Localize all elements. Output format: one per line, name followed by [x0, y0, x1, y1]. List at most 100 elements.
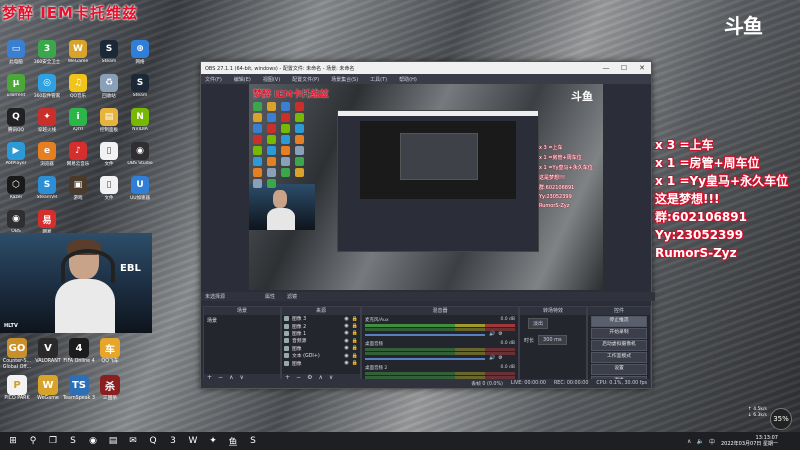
- desktop-icon[interactable]: µ uTorrent: [2, 74, 30, 98]
- desktop-icon[interactable]: TS TeamSpeak 3: [62, 375, 96, 402]
- desktop-icon[interactable]: ♻ 回收站: [95, 74, 123, 99]
- gear-icon[interactable]: ⚙: [498, 331, 502, 337]
- source-item[interactable]: 音频源 ◉ 🔒: [282, 337, 360, 344]
- tray-chevron-icon[interactable]: ∧: [687, 438, 691, 445]
- desktop-icon[interactable]: ♫ QQ音乐: [64, 74, 92, 99]
- steam-icon[interactable]: S: [66, 434, 80, 448]
- source-item[interactable]: 图像 3 ◉ 🔒: [282, 315, 360, 322]
- filters-button[interactable]: 滤镜: [287, 293, 297, 300]
- desktop-icon[interactable]: P PICO PARK: [0, 375, 34, 402]
- steam-icon[interactable]: S: [246, 434, 260, 448]
- lock-icon[interactable]: 🔒: [352, 345, 358, 351]
- desktop-icon[interactable]: ▯ 文件: [95, 176, 123, 201]
- desktop-icon[interactable]: 4 FIFA Online 4: [62, 338, 96, 365]
- lock-icon[interactable]: 🔒: [352, 330, 358, 336]
- transition-type-select[interactable]: 淡出: [528, 318, 549, 329]
- obs-menu-item[interactable]: 配置文件(P): [292, 76, 319, 83]
- desktop-icon[interactable]: ▭ 此电脑: [2, 40, 30, 65]
- desktop-icon[interactable]: 杀三国杀: [93, 375, 127, 402]
- speaker-icon[interactable]: 🔊: [489, 331, 495, 337]
- desktop-icon[interactable]: ⬡ Razer: [2, 176, 30, 200]
- desktop-icon[interactable]: ◉ OBS Studio: [126, 142, 154, 166]
- desktop-icon[interactable]: S SteamVR: [33, 176, 61, 200]
- file-explorer-icon[interactable]: ▤: [106, 434, 120, 448]
- desktop-icon[interactable]: W WeGame: [31, 375, 65, 402]
- visibility-eye-icon[interactable]: ◉: [344, 345, 348, 351]
- control-button[interactable]: 工作室模式: [591, 352, 647, 363]
- desktop-icon[interactable]: 3 360安全卫士: [33, 40, 61, 65]
- desktop-icon[interactable]: ◉ OBS: [2, 210, 30, 234]
- control-button[interactable]: 停止推流: [591, 316, 647, 327]
- desktop-icon[interactable]: e 浏览器: [33, 142, 61, 167]
- desktop-icon[interactable]: S Steam: [126, 74, 154, 98]
- lock-icon[interactable]: 🔒: [352, 353, 358, 359]
- close-icon[interactable]: ✕: [633, 64, 651, 72]
- desktop-icon[interactable]: W WeGame: [64, 40, 92, 64]
- wechat-icon[interactable]: ✉: [126, 434, 140, 448]
- obs-window[interactable]: OBS 27.1.1 (64-bit, windows) - 配置文件: 未命名…: [200, 61, 655, 389]
- lock-icon[interactable]: 🔒: [352, 338, 358, 344]
- windows-start-icon[interactable]: ⊞: [6, 434, 20, 448]
- desktop-icon[interactable]: ▯ 文件: [95, 142, 123, 167]
- desktop-icon[interactable]: ✦ 穿越火线: [33, 108, 61, 133]
- volume-slider[interactable]: [365, 358, 485, 360]
- lock-icon[interactable]: 🔒: [352, 323, 358, 329]
- clock[interactable]: 13:13:07 2022年03月07日 星期一: [721, 435, 778, 447]
- duration-input[interactable]: 300 ms: [538, 335, 567, 345]
- desktop-icon[interactable]: Q 腾讯QQ: [2, 108, 30, 133]
- input-language[interactable]: 中: [709, 437, 715, 446]
- source-item[interactable]: 图像 ◉ 🔒: [282, 345, 360, 352]
- 360-icon[interactable]: 3: [166, 434, 180, 448]
- desktop-icon[interactable]: ◎ 360软件管家: [33, 74, 61, 99]
- obs-titlebar[interactable]: OBS 27.1.1 (64-bit, windows) - 配置文件: 未命名…: [201, 62, 651, 74]
- desktop-icon[interactable]: U UU加速器: [126, 176, 154, 201]
- obs-menu-item[interactable]: 文件(F): [205, 76, 222, 83]
- desktop-icon[interactable]: ▣ 游戏: [64, 176, 92, 201]
- task-view-icon[interactable]: ❐: [46, 434, 60, 448]
- visibility-eye-icon[interactable]: ◉: [344, 360, 348, 366]
- obs-preview-canvas[interactable]: 梦醉 IEM卡托维兹 斗鱼 x 3 =上车 x 1 =房管+周车位 x 1 =Yy皇…: [249, 84, 603, 290]
- lock-icon[interactable]: 🔒: [352, 316, 358, 322]
- desktop-icon[interactable]: i iQIYI: [64, 108, 92, 132]
- source-item[interactable]: 图像 1 ◉ 🔒: [282, 330, 360, 337]
- source-item[interactable]: 图像 2 ◉ 🔒: [282, 322, 360, 330]
- visibility-eye-icon[interactable]: ◉: [344, 330, 348, 336]
- control-button[interactable]: 设置: [591, 364, 647, 375]
- csgo-icon[interactable]: ✦: [206, 434, 220, 448]
- control-button[interactable]: 开始录制: [591, 328, 647, 339]
- volume-icon[interactable]: 🔈: [696, 438, 703, 445]
- douyu-icon[interactable]: 鱼: [226, 434, 240, 448]
- visibility-eye-icon[interactable]: ◉: [344, 338, 348, 344]
- obs-menu-item[interactable]: 视图(V): [263, 76, 280, 83]
- volume-slider[interactable]: [365, 334, 485, 336]
- speaker-icon[interactable]: 🔊: [489, 355, 495, 361]
- obs-menu-item[interactable]: 编辑(E): [234, 76, 251, 83]
- source-item[interactable]: 图像 ◉ 🔒: [282, 359, 360, 367]
- desktop-icon[interactable]: GO Counter-S... Global Off...: [0, 338, 34, 371]
- desktop-icon[interactable]: ⊕ 网络: [126, 40, 154, 65]
- desktop-icon[interactable]: ▶ PotPlayer: [2, 142, 30, 166]
- visibility-eye-icon[interactable]: ◉: [344, 316, 348, 322]
- scene-item[interactable]: 场景: [204, 315, 280, 326]
- obs-menu-item[interactable]: 工具(T): [370, 76, 387, 83]
- desktop-icon[interactable]: 易网易: [33, 210, 61, 235]
- desktop-icon[interactable]: ▤ 控制面板: [95, 108, 123, 133]
- desktop-icon[interactable]: 车 QQ飞车: [93, 338, 127, 365]
- qq-icon[interactable]: Q: [146, 434, 160, 448]
- obs-menu-item[interactable]: 场景集合(S): [331, 76, 358, 83]
- source-item[interactable]: 文本 (GDI+) ◉ 🔒: [282, 352, 360, 359]
- desktop-icon[interactable]: N NVIDIA: [126, 108, 154, 132]
- wegame-icon[interactable]: W: [186, 434, 200, 448]
- desktop-icon[interactable]: S Steam: [95, 40, 123, 64]
- minimize-icon[interactable]: —: [597, 64, 615, 72]
- properties-button[interactable]: 属性: [265, 293, 275, 300]
- visibility-eye-icon[interactable]: ◉: [344, 323, 348, 329]
- network-speed-widget[interactable]: ↑ 4.5k/s ↓ 6.3k/s 35%: [748, 404, 792, 430]
- obs-menu-item[interactable]: 帮助(H): [399, 76, 417, 83]
- lock-icon[interactable]: 🔒: [352, 360, 358, 366]
- visibility-eye-icon[interactable]: ◉: [344, 353, 348, 359]
- gear-icon[interactable]: ⚙: [498, 355, 502, 361]
- search-icon[interactable]: ⚲: [26, 434, 40, 448]
- desktop-icon[interactable]: ♪ 网易云音乐: [64, 142, 92, 167]
- maximize-icon[interactable]: ☐: [615, 64, 633, 72]
